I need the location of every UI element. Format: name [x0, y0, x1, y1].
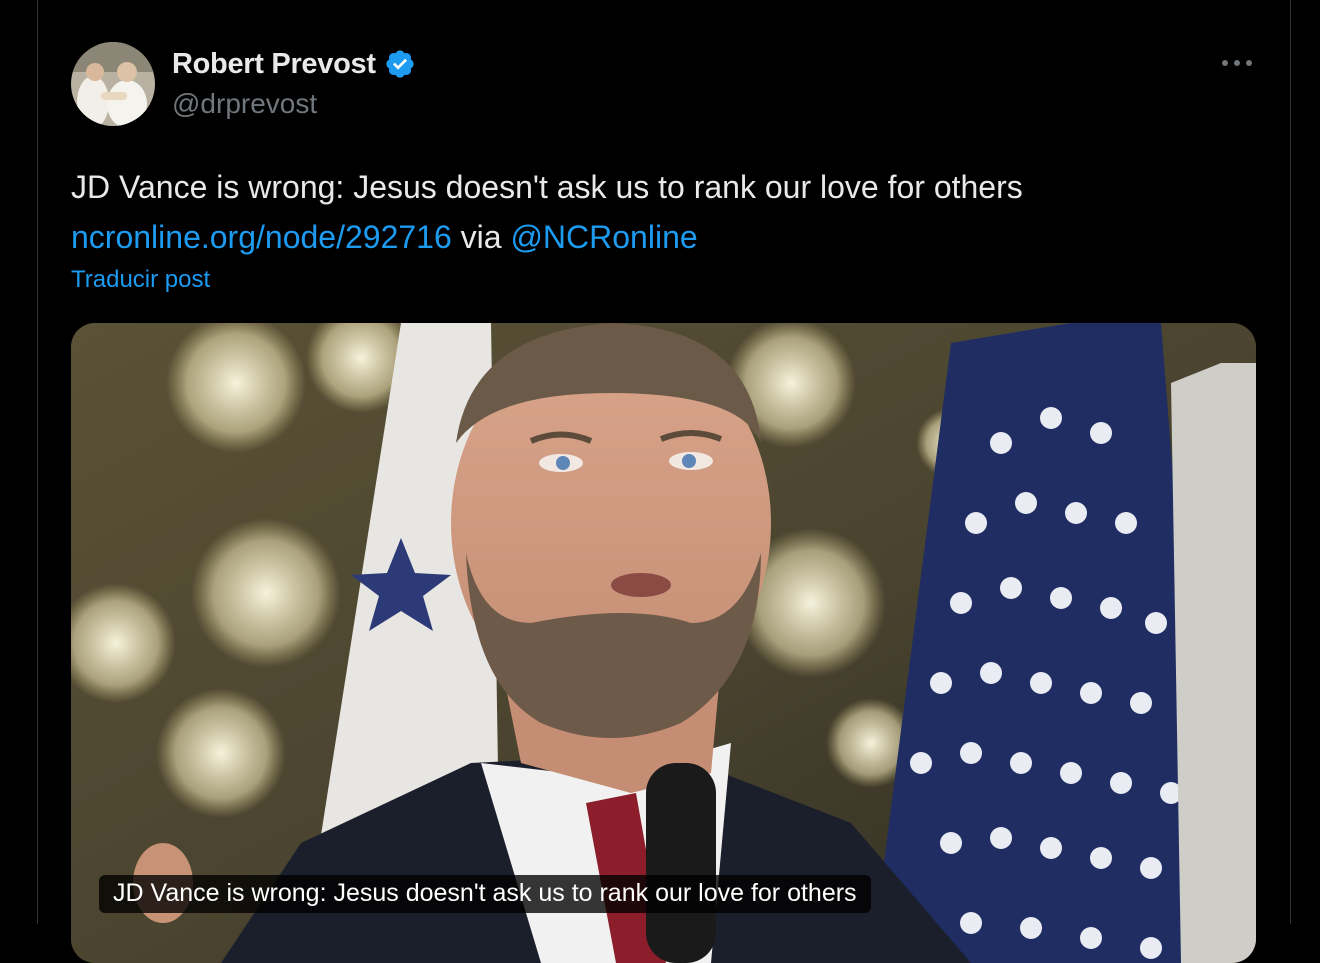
more-options-button[interactable]	[1214, 44, 1260, 82]
author-display-name[interactable]: Robert Prevost	[172, 48, 376, 81]
link-card-title: JD Vance is wrong: Jesus doesn't ask us …	[99, 875, 871, 913]
verified-badge-icon[interactable]	[384, 48, 416, 80]
post-text: JD Vance is wrong: Jesus doesn't ask us …	[71, 162, 1251, 262]
more-options-icon	[1222, 60, 1252, 66]
post-link-line: ncronline.org/node/292716 via @NCRonline	[71, 212, 1251, 262]
post-text-body: JD Vance is wrong: Jesus doesn't ask us …	[71, 169, 1023, 205]
author-name-row: Robert Prevost	[172, 46, 416, 82]
speaker-photo	[71, 323, 1256, 963]
timeline-border-right	[1290, 0, 1291, 924]
timeline-border-left	[37, 0, 38, 924]
link-card-image[interactable]: JD Vance is wrong: Jesus doesn't ask us …	[71, 323, 1256, 963]
via-text: via	[460, 219, 502, 255]
mention-link[interactable]: @NCRonline	[510, 219, 697, 255]
avatar[interactable]	[71, 42, 155, 126]
article-link[interactable]: ncronline.org/node/292716	[71, 219, 452, 255]
translate-post-link[interactable]: Traducir post	[71, 266, 210, 294]
author-handle[interactable]: @drprevost	[172, 88, 317, 120]
